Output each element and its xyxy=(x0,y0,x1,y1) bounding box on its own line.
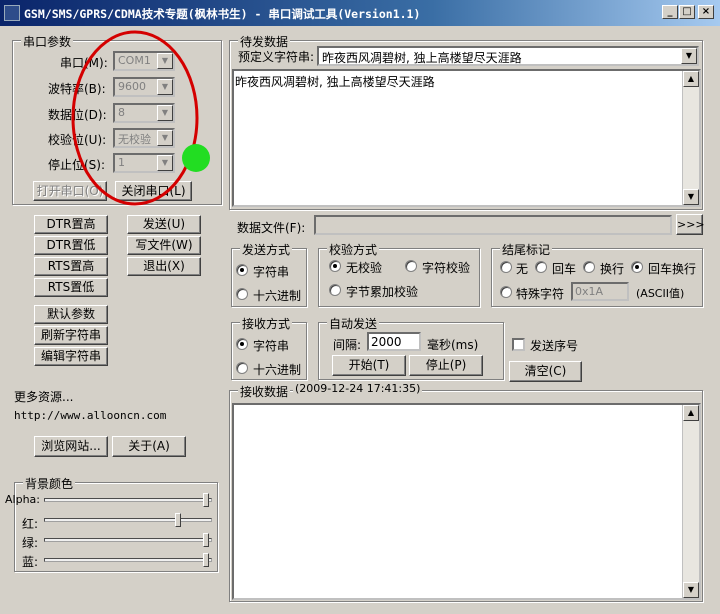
green-label: 绿: xyxy=(22,536,39,550)
edit-strings-button[interactable]: 编辑字符串 xyxy=(34,347,108,366)
check-none-radio[interactable] xyxy=(329,260,341,272)
blue-slider-thumb[interactable] xyxy=(203,553,209,567)
send-scrollbar[interactable]: ▲ ▼ xyxy=(682,71,699,205)
file-browse-button[interactable]: >>> xyxy=(676,214,705,235)
website-url[interactable]: http://www.allooncn.com xyxy=(14,409,166,422)
check-char-radio[interactable] xyxy=(405,260,417,272)
rts-high-button[interactable]: RTS置高 xyxy=(34,257,108,276)
interval-label: 间隔: xyxy=(333,338,362,352)
chevron-down-icon: ▼ xyxy=(681,48,697,64)
receive-textarea[interactable]: ▲ ▼ xyxy=(232,403,701,600)
tail-none-label: 无 xyxy=(516,262,529,276)
interval-input[interactable]: 2000 xyxy=(367,332,421,351)
alpha-label: Alpha: xyxy=(5,493,40,506)
send-mode-title: 发送方式 xyxy=(240,241,293,258)
receive-data-title: 接收数据 xyxy=(238,383,291,400)
send-string-label: 字符串 xyxy=(253,265,290,279)
red-circle-annotation xyxy=(71,30,199,206)
dtr-high-button[interactable]: DTR置高 xyxy=(34,215,108,234)
window-title: GSM/SMS/GPRS/CDMA技术专题(枫林书生) - 串口调试工具(Ver… xyxy=(24,7,421,21)
exit-button[interactable]: 退出(X) xyxy=(127,257,201,276)
check-char-label: 字符校验 xyxy=(422,261,471,275)
send-seq-checkbox[interactable] xyxy=(512,338,525,351)
serial-params-title: 串口参数 xyxy=(21,33,74,50)
send-textarea[interactable]: 昨夜西风凋碧树, 独上高楼望尽天涯路 ▲ ▼ xyxy=(232,69,701,207)
tail-special-radio[interactable] xyxy=(500,286,512,298)
maximize-button[interactable]: □ xyxy=(679,5,695,19)
check-sum-radio[interactable] xyxy=(329,284,341,296)
tail-lf-radio[interactable] xyxy=(583,261,595,273)
preset-select[interactable]: 昨夜西风凋碧树, 独上高楼望尽天涯路 ▼ xyxy=(317,46,699,66)
rts-low-button[interactable]: RTS置低 xyxy=(34,278,108,297)
receive-timestamp: (2009-12-24 17:41:35) xyxy=(293,382,423,395)
scroll-down-icon[interactable]: ▼ xyxy=(683,582,699,598)
tail-lf-label: 换行 xyxy=(600,262,625,276)
check-mode-title: 校验方式 xyxy=(327,241,380,258)
scroll-up-icon[interactable]: ▲ xyxy=(683,405,699,421)
more-resources-label: 更多资源... xyxy=(14,390,74,404)
data-file-field[interactable] xyxy=(314,215,672,235)
check-none-label: 无校验 xyxy=(346,261,383,275)
minimize-button[interactable]: _ xyxy=(662,5,678,19)
send-hex-label: 十六进制 xyxy=(253,289,302,303)
data-file-label: 数据文件(F): xyxy=(237,221,306,235)
send-string-radio[interactable] xyxy=(236,264,248,276)
blue-label: 蓝: xyxy=(22,555,39,569)
red-slider[interactable] xyxy=(44,513,212,527)
recv-hex-label: 十六进制 xyxy=(253,363,302,377)
close-button[interactable]: × xyxy=(698,5,714,19)
dtr-low-button[interactable]: DTR置低 xyxy=(34,236,108,255)
recv-string-radio[interactable] xyxy=(236,338,248,350)
preset-label: 预定义字符串: xyxy=(238,50,315,64)
annotation-overlay xyxy=(71,30,210,206)
alpha-slider-thumb[interactable] xyxy=(203,493,209,507)
tail-crlf-radio[interactable] xyxy=(631,261,643,273)
recv-string-label: 字符串 xyxy=(253,339,290,353)
blue-slider[interactable] xyxy=(44,553,212,567)
write-file-button[interactable]: 写文件(W) xyxy=(127,236,201,255)
interval-unit-label: 毫秒(ms) xyxy=(427,338,479,352)
red-label: 红: xyxy=(22,517,39,531)
auto-start-button[interactable]: 开始(T) xyxy=(332,355,406,376)
ascii-label: (ASCII值) xyxy=(636,287,685,300)
scroll-up-icon[interactable]: ▲ xyxy=(683,71,699,87)
send-seq-label: 发送序号 xyxy=(530,339,579,353)
tail-cr-radio[interactable] xyxy=(535,261,547,273)
default-params-button[interactable]: 默认参数 xyxy=(34,305,108,324)
tail-none-radio[interactable] xyxy=(500,261,512,273)
green-slider-thumb[interactable] xyxy=(203,533,209,547)
tail-mark-title: 结尾标记 xyxy=(500,241,553,258)
scroll-down-icon[interactable]: ▼ xyxy=(683,189,699,205)
recv-hex-radio[interactable] xyxy=(236,362,248,374)
clear-button[interactable]: 清空(C) xyxy=(509,361,582,382)
browse-website-button[interactable]: 浏览网站... xyxy=(34,436,108,457)
auto-send-title: 自动发送 xyxy=(327,315,380,332)
auto-stop-button[interactable]: 停止(P) xyxy=(409,355,483,376)
green-dot-annotation xyxy=(182,144,210,172)
send-button[interactable]: 发送(U) xyxy=(127,215,201,234)
special-char-field[interactable]: 0x1A xyxy=(571,282,629,301)
red-slider-thumb[interactable] xyxy=(175,513,181,527)
tail-crlf-label: 回车换行 xyxy=(648,262,697,276)
about-button[interactable]: 关于(A) xyxy=(112,436,186,457)
app-icon xyxy=(4,5,20,21)
title-bar: GSM/SMS/GPRS/CDMA技术专题(枫林书生) - 串口调试工具(Ver… xyxy=(0,0,720,26)
tail-special-label: 特殊字符 xyxy=(516,287,565,301)
background-color-title: 背景颜色 xyxy=(23,475,76,492)
receive-mode-title: 接收方式 xyxy=(240,315,293,332)
green-slider[interactable] xyxy=(44,533,212,547)
refresh-strings-button[interactable]: 刷新字符串 xyxy=(34,326,108,345)
receive-scrollbar[interactable]: ▲ ▼ xyxy=(682,405,699,598)
alpha-slider[interactable] xyxy=(44,493,212,507)
send-hex-radio[interactable] xyxy=(236,288,248,300)
check-sum-label: 字节累加校验 xyxy=(346,285,419,299)
tail-cr-label: 回车 xyxy=(552,262,577,276)
